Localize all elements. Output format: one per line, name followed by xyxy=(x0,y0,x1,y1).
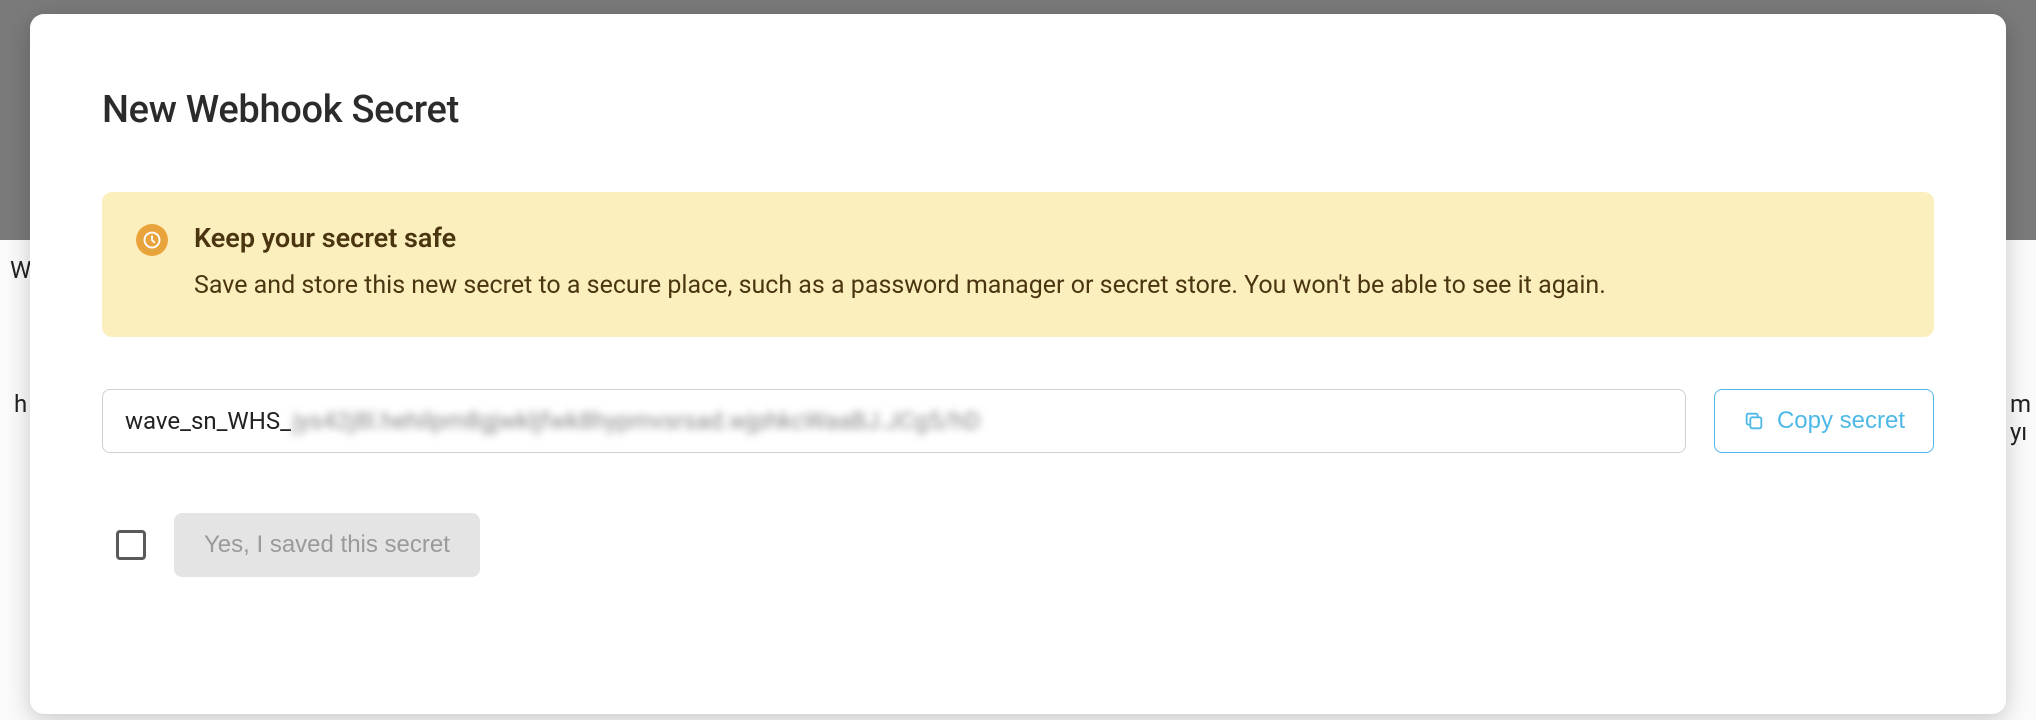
clock-icon xyxy=(136,224,168,256)
new-webhook-secret-modal: New Webhook Secret Keep your secret safe… xyxy=(30,14,2006,714)
confirm-row: Yes, I saved this secret xyxy=(102,513,1934,577)
copy-secret-button[interactable]: Copy secret xyxy=(1714,389,1934,453)
alert-title: Keep your secret safe xyxy=(194,222,1900,254)
backdrop-text-fragment: h xyxy=(14,390,27,418)
secret-value-field[interactable]: wave_sn_WHS_ jys42j8l.hehilpm8gjwkljfwk8… xyxy=(102,389,1686,453)
secret-prefix: wave_sn_WHS_ xyxy=(125,407,291,435)
secret-row: wave_sn_WHS_ jys42j8l.hehilpm8gjwkljfwk8… xyxy=(102,389,1934,453)
copy-icon xyxy=(1743,410,1765,432)
secret-masked: jys42j8l.hehilpm8gjwkljfwk8hypmvsrsad.wj… xyxy=(293,407,980,435)
copy-secret-label: Copy secret xyxy=(1777,407,1905,435)
saved-secret-checkbox[interactable] xyxy=(116,530,146,560)
backdrop-text-fragment: myı xyxy=(2010,390,2031,446)
saved-secret-button[interactable]: Yes, I saved this secret xyxy=(174,513,480,577)
keep-secret-safe-alert: Keep your secret safe Save and store thi… xyxy=(102,192,1934,337)
alert-content: Keep your secret safe Save and store thi… xyxy=(194,222,1900,303)
modal-title: New Webhook Secret xyxy=(102,88,1934,132)
alert-text: Save and store this new secret to a secu… xyxy=(194,268,1900,303)
